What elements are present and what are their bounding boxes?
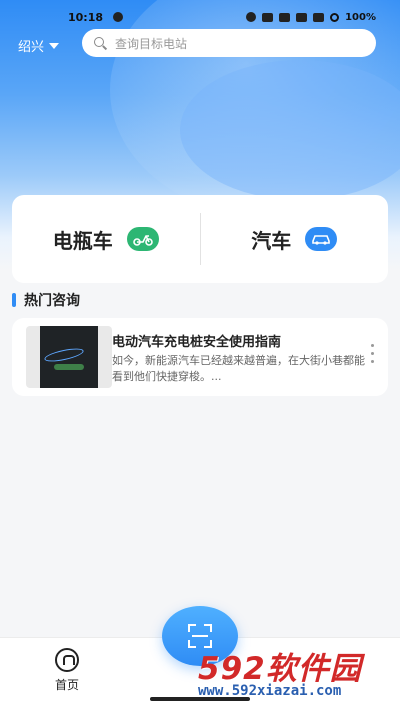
chevron-down-icon [49,42,60,49]
notification-icon [113,12,124,22]
battery-icon [330,12,340,22]
gesture-bar [150,697,250,701]
car-icon [305,227,338,251]
alarm-icon [246,12,257,22]
vehicle-type-ebike[interactable]: 电瓶车 [12,225,200,254]
search-placeholder: 查询目标电站 [115,36,188,51]
city-selector[interactable]: 绍兴 [18,36,60,55]
home-icon [55,648,79,672]
section-accent-bar [12,293,16,307]
search-icon [94,36,107,50]
vehicle-type-label: 电瓶车 [52,228,113,253]
nav-home[interactable]: 首页 [44,648,90,693]
vehicle-type-label: 汽车 [251,228,292,253]
news-description: 如今，新能源汽车已经越来越普遍，在大街小巷都能看到他们快捷穿梭。... [112,354,365,383]
wifi-icon [279,12,291,22]
news-card[interactable]: 电动汽车充电桩安全使用指南 如今，新能源汽车已经越来越普遍，在大街小巷都能看到他… [12,318,388,396]
news-title: 电动汽车充电桩安全使用指南 [112,335,282,350]
city-label: 绍兴 [18,40,45,55]
watermark-logo: 592软件园 [198,651,362,687]
section-title: 热门咨询 [12,290,80,310]
nav-home-label: 首页 [54,678,79,692]
scooter-icon [126,227,159,251]
vehicle-type-card: 电瓶车 汽车 [12,195,388,283]
section-title-text: 热门咨询 [24,293,80,309]
search-input[interactable]: 查询目标电站 [82,29,376,57]
mute-icon [262,12,274,22]
status-time: 10:18 [68,10,104,24]
signal-icon [313,12,325,22]
news-thumbnail [26,326,112,388]
vehicle-type-car[interactable]: 汽车 [201,225,389,254]
more-icon[interactable] [371,344,374,363]
battery-text: 100% [345,11,376,23]
signal-icon [296,12,308,22]
